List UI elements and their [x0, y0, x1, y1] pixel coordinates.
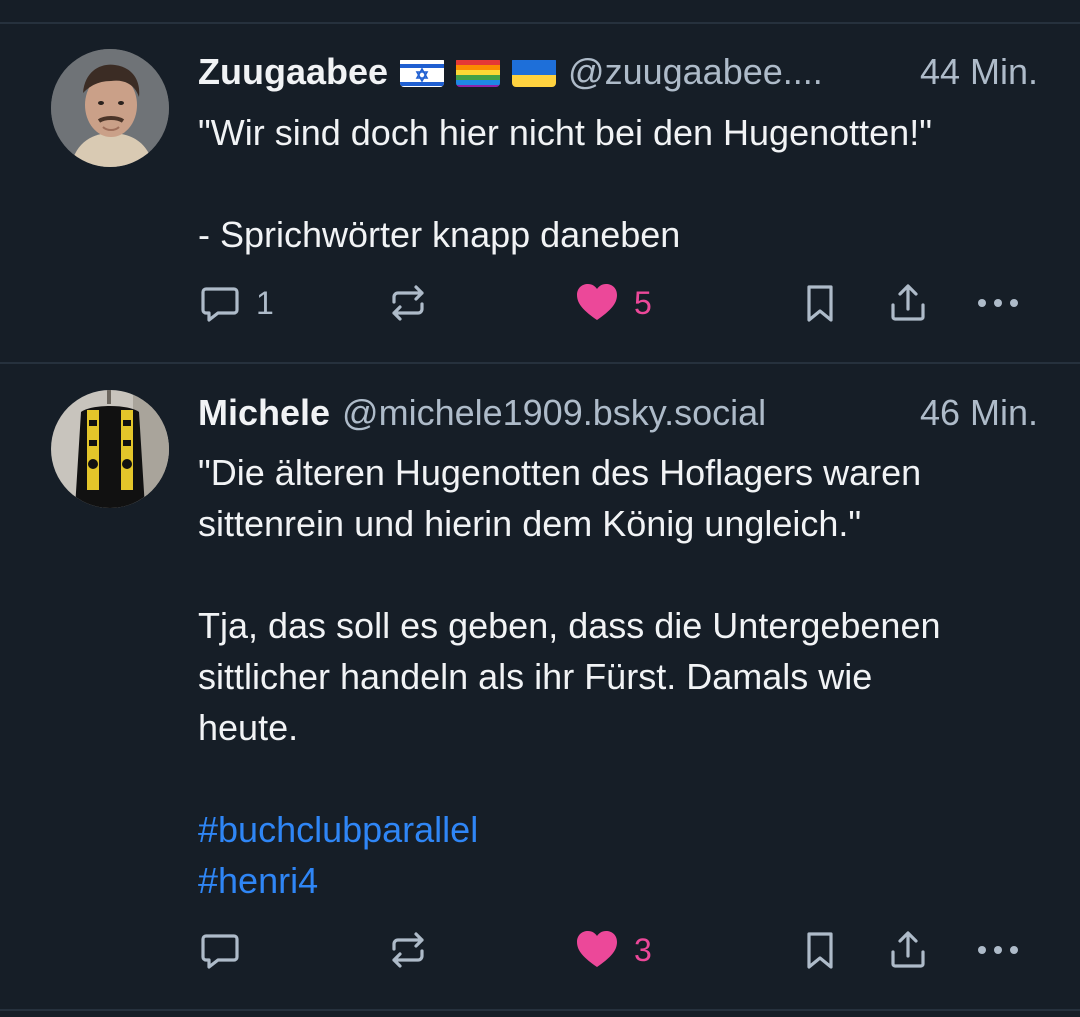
bookmark-button[interactable] [798, 275, 842, 331]
bottom-divider [0, 1009, 1080, 1011]
post-paragraph: - Sprichwörter knapp daneben [198, 214, 681, 255]
share-icon [891, 284, 925, 321]
more-icon [978, 299, 1018, 307]
post-actions: 3 [0, 922, 1080, 978]
post-paragraph: "Wir sind doch hier nicht bei den Hugeno… [198, 112, 932, 153]
hashtag-link[interactable]: #henri4 [198, 855, 1040, 906]
author-name[interactable]: Michele [198, 392, 330, 434]
heart-icon [577, 284, 617, 320]
reply-icon [201, 287, 239, 322]
bookmark-icon [807, 932, 833, 969]
israel-flag-icon [400, 57, 445, 87]
share-button[interactable] [886, 922, 930, 978]
author-name[interactable]: Zuugaabee [198, 51, 388, 93]
repost-icon [392, 285, 424, 321]
reply-button[interactable]: 1 [198, 275, 274, 331]
post-time[interactable]: 44 Min. [920, 51, 1038, 93]
post-line: sittenrein und hierin dem König ungleich… [198, 503, 862, 544]
like-button[interactable]: 5 [574, 275, 652, 331]
bookmark-button[interactable] [798, 922, 842, 978]
post-text: "Wir sind doch hier nicht bei den Hugeno… [198, 107, 1040, 260]
heart-icon [577, 931, 617, 967]
more-options-button[interactable] [974, 922, 1022, 978]
post-line: Tja, das soll es geben, dass die Unterge… [198, 605, 941, 646]
like-button[interactable]: 3 [574, 922, 652, 978]
repost-button[interactable] [386, 275, 430, 331]
bookmark-icon [807, 285, 833, 322]
more-icon [978, 946, 1018, 954]
post-actions: 1 5 [0, 275, 1080, 331]
hashtag-link[interactable]: #buchclubparallel [198, 804, 1040, 855]
ukraine-flag-icon [512, 57, 557, 87]
reply-count: 1 [256, 284, 274, 321]
post-header: Zuugaabee @zuugaabee.... 44 Min. [198, 47, 1038, 97]
reply-icon [201, 934, 239, 969]
post-header: Michele @michele1909.bsky.social 46 Min. [198, 388, 1038, 438]
post-text: "Die älteren Hugenotten des Hoflagers wa… [198, 447, 1040, 906]
share-icon [891, 931, 925, 968]
author-flags [400, 57, 557, 87]
post-line: sittlicher handeln als ihr Fürst. Damals… [198, 656, 873, 697]
more-options-button[interactable] [974, 275, 1022, 331]
avatar[interactable] [51, 49, 169, 167]
post-line: heute. [198, 707, 299, 748]
post-line: "Die älteren Hugenotten des Hoflagers wa… [198, 452, 922, 493]
share-button[interactable] [886, 275, 930, 331]
rainbow-flag-icon [456, 57, 501, 87]
post-michele[interactable]: Michele @michele1909.bsky.social 46 Min.… [0, 364, 1080, 1009]
repost-button[interactable] [386, 922, 430, 978]
author-handle[interactable]: @michele1909.bsky.social [342, 392, 900, 434]
avatar[interactable] [51, 390, 169, 508]
like-count: 3 [634, 931, 652, 968]
repost-icon [392, 932, 424, 968]
like-count: 5 [634, 284, 652, 321]
post-zuugaabee[interactable]: Zuugaabee @zuugaabee.... 44 Min. "Wir si… [0, 0, 1080, 362]
reply-button[interactable] [198, 922, 256, 978]
post-time[interactable]: 46 Min. [920, 392, 1038, 434]
author-handle[interactable]: @zuugaabee.... [568, 51, 900, 93]
